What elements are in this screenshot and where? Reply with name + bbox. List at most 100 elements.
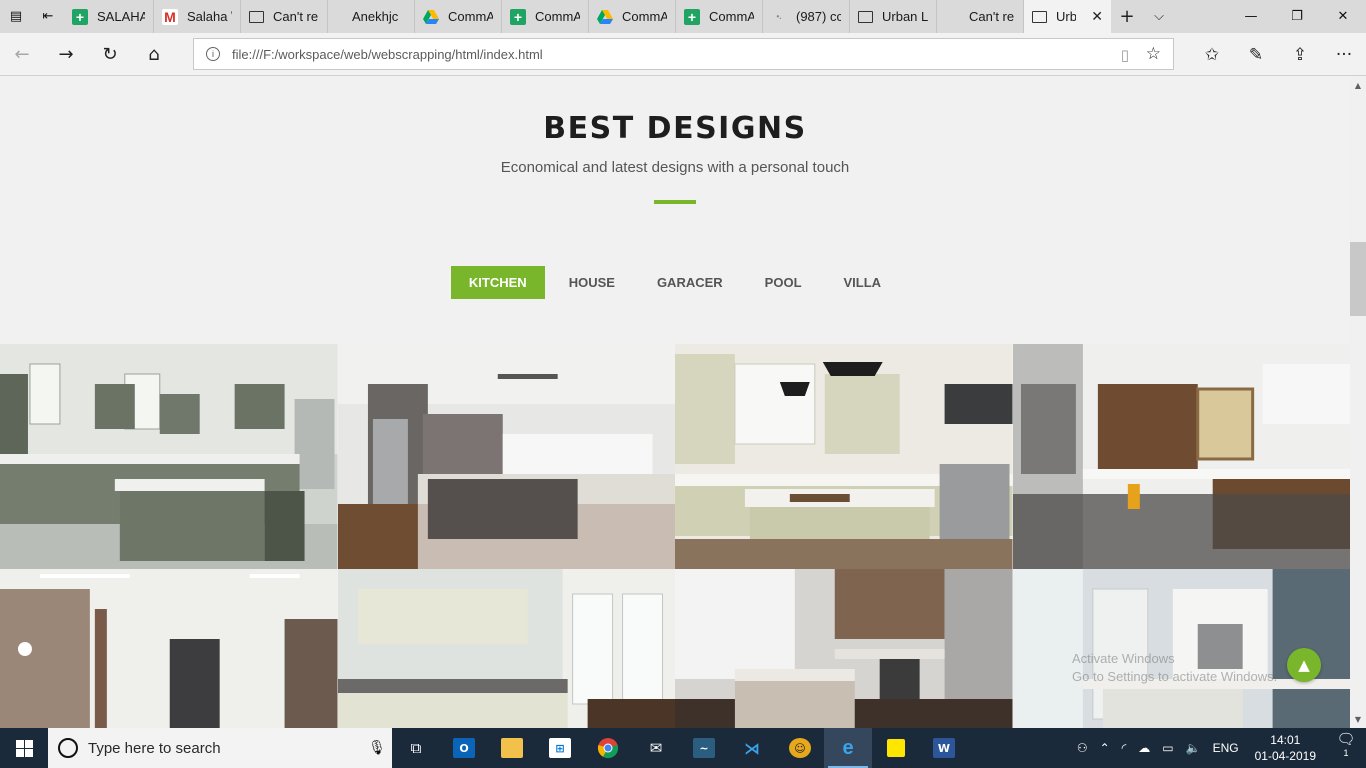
browser-tab[interactable]: + CommA	[676, 0, 763, 33]
section-title: BEST DESIGNS	[543, 111, 807, 146]
taskbar-mail[interactable]: ✉	[632, 728, 680, 768]
taskbar-outlook[interactable]: O	[440, 728, 488, 768]
tab-actions-icon[interactable]: ▤	[0, 0, 32, 33]
gallery-image[interactable]	[0, 569, 338, 728]
browser-tab[interactable]: Can't re	[241, 0, 328, 33]
scroll-up-icon[interactable]: ▲	[1350, 81, 1366, 90]
drive-icon	[597, 9, 613, 24]
outlook-icon: O	[453, 738, 475, 758]
kitchen-photo-7	[675, 569, 1013, 728]
taskbar-store[interactable]: ⊞	[536, 728, 584, 768]
battery-icon[interactable]: ▭	[1156, 741, 1179, 755]
page-scrollbar[interactable]: ▲ ▼	[1350, 77, 1366, 728]
browser-tab[interactable]: + SALAHA	[64, 0, 154, 33]
gallery-image[interactable]	[0, 344, 338, 569]
taskbar-chrome[interactable]	[584, 728, 632, 768]
reading-view-icon[interactable]: ▯	[1121, 46, 1129, 64]
tab-label: Urban L	[882, 9, 928, 24]
taskbar-word[interactable]: W	[920, 728, 968, 768]
taskbar-file-explorer[interactable]	[488, 728, 536, 768]
section-subtitle: Economical and latest designs with a per…	[500, 159, 850, 176]
browser-tab[interactable]: Urban L	[850, 0, 937, 33]
page-icon	[249, 10, 264, 23]
page-icon	[1032, 10, 1047, 23]
search-placeholder: Type here to search	[88, 739, 221, 757]
forward-icon[interactable]: →	[44, 33, 88, 76]
browser-tab[interactable]: •. (987) cc	[763, 0, 850, 33]
action-center-button[interactable]: 🗨 1	[1326, 730, 1366, 766]
scroll-to-top-button[interactable]: ▲	[1287, 648, 1321, 682]
browser-tab[interactable]: Can't re	[937, 0, 1024, 33]
watermark-line-2: Go to Settings to activate Windows.	[1072, 669, 1278, 684]
address-bar[interactable]: i file:///F:/workspace/web/webscrapping/…	[193, 38, 1174, 70]
title-underline	[654, 200, 696, 204]
microphone-icon[interactable]: 🎙	[362, 740, 392, 756]
filter-kitchen[interactable]: KITCHEN	[450, 266, 545, 299]
gallery-image[interactable]	[1012, 344, 1350, 569]
browser-tab[interactable]: + CommA	[502, 0, 589, 33]
browser-tab[interactable]: CommA	[589, 0, 676, 33]
browser-tab-active[interactable]: Urb ✕	[1024, 0, 1111, 33]
web-note-pen-icon[interactable]: ✎	[1234, 33, 1278, 76]
kitchen-photo-6	[337, 569, 675, 728]
minimize-icon[interactable]: —	[1228, 0, 1274, 33]
people-icon[interactable]: ⚇	[1071, 741, 1094, 755]
scroll-down-icon[interactable]: ▼	[1350, 715, 1366, 724]
kitchen-photo-5	[0, 569, 338, 728]
kitchen-photo-3	[675, 344, 1013, 569]
taskbar-vscode[interactable]: ⋊	[728, 728, 776, 768]
site-info-icon[interactable]: i	[206, 47, 220, 61]
scrollbar-thumb[interactable]	[1350, 242, 1366, 316]
volume-icon[interactable]: 🔈	[1180, 741, 1207, 755]
taskbar-mysql-workbench[interactable]: ~	[680, 728, 728, 768]
wifi-icon[interactable]: ◜	[1116, 741, 1133, 755]
restore-icon[interactable]: ❐	[1274, 0, 1320, 33]
taskbar-sticky-notes[interactable]	[872, 728, 920, 768]
windows-taskbar: Type here to search 🎙 ⧉ O ⊞ ✉ ~ ⋊ ☺ e W …	[0, 728, 1366, 768]
system-clock[interactable]: 14:01 01-04-2019	[1245, 732, 1326, 764]
language-indicator[interactable]: ENG	[1207, 741, 1245, 755]
back-icon[interactable]: ←	[0, 33, 44, 76]
tab-label: CommA	[709, 9, 754, 24]
task-view-button[interactable]: ⧉	[392, 728, 440, 768]
start-button[interactable]	[0, 728, 48, 768]
set-tabs-aside-icon[interactable]: ⇤	[32, 0, 64, 33]
sheets-icon: +	[510, 8, 526, 25]
mysql-workbench-icon: ~	[693, 738, 715, 758]
favorites-hub-icon[interactable]: ✩	[1190, 33, 1234, 76]
tab-label: Can't re	[969, 9, 1015, 24]
tab-preview-chevron-icon[interactable]: ⌵	[1143, 0, 1175, 33]
browser-tab[interactable]: Anekhjc	[328, 0, 415, 33]
share-icon[interactable]: ⇪	[1278, 33, 1322, 76]
vscode-icon: ⋊	[744, 738, 760, 758]
taskbar-app-avatar[interactable]: ☺	[776, 728, 824, 768]
chevron-up-icon[interactable]: ⌃	[1094, 741, 1116, 755]
edge-icon: e	[842, 736, 854, 759]
favorite-star-icon[interactable]: ☆	[1146, 44, 1161, 64]
new-tab-icon[interactable]: +	[1111, 0, 1143, 33]
gallery-image[interactable]	[675, 569, 1013, 728]
filter-garacer[interactable]: GARACER	[639, 266, 741, 299]
tab-label: Can't re	[273, 9, 319, 24]
browser-tab[interactable]: M Salaha \	[154, 0, 241, 33]
browser-tab[interactable]: CommA	[415, 0, 502, 33]
gallery-image[interactable]	[675, 344, 1013, 569]
close-tab-icon[interactable]: ✕	[1085, 8, 1103, 25]
filter-pool[interactable]: POOL	[747, 266, 820, 299]
taskbar-edge[interactable]: e	[824, 728, 872, 768]
url-text[interactable]: file:///F:/workspace/web/webscrapping/ht…	[232, 47, 543, 62]
notification-icon: 🗨	[1336, 731, 1356, 748]
avatar-app-icon: ☺	[789, 738, 811, 758]
home-icon[interactable]: ⌂	[132, 33, 176, 76]
gallery-image[interactable]	[337, 569, 675, 728]
taskbar-search-box[interactable]: Type here to search 🎙	[48, 728, 392, 768]
gallery-image[interactable]	[337, 344, 675, 569]
more-options-icon[interactable]: ···	[1322, 33, 1366, 76]
onedrive-cloud-icon[interactable]: ☁	[1132, 741, 1156, 755]
refresh-icon[interactable]: ↻	[88, 33, 132, 76]
filter-villa[interactable]: VILLA	[826, 266, 900, 299]
filter-house[interactable]: HOUSE	[551, 266, 633, 299]
tab-label: SALAHA	[97, 9, 145, 24]
loading-icon: •.	[776, 12, 782, 21]
close-window-icon[interactable]: ✕	[1320, 0, 1366, 33]
